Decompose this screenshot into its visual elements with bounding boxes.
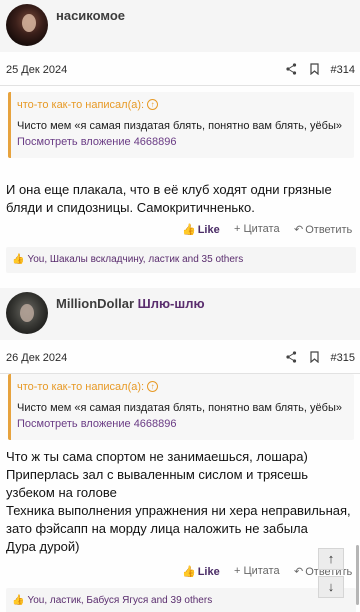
author-name[interactable]: насикомое xyxy=(56,8,125,23)
scrollbar[interactable] xyxy=(356,545,359,605)
avatar[interactable] xyxy=(6,4,48,46)
likes-summary[interactable]: 👍 You, ластик, Бабуся Ягуся and 39 others xyxy=(6,588,356,612)
post-line: И она еще плакала, что в её клуб ходят о… xyxy=(6,182,332,197)
post-line: зато фэйсапп на морду лица наложить не з… xyxy=(6,521,308,536)
post-number[interactable]: #315 xyxy=(331,352,355,364)
post-body: Что ж ты сама спортом не занимаешься, ло… xyxy=(6,448,356,556)
thumbs-up-icon: 👍 xyxy=(12,254,25,265)
post-meta: 26 Дек 2024 #315 xyxy=(0,344,360,374)
scroll-up-button[interactable]: ↑ xyxy=(318,548,344,570)
post-line: Техника выполнения упражнения ни хера не… xyxy=(6,503,351,518)
post-date[interactable]: 25 Дек 2024 xyxy=(6,64,67,76)
arrow-up-icon: ↑ xyxy=(327,551,335,566)
quote-button[interactable]: + Цитата xyxy=(234,565,280,577)
avatar[interactable] xyxy=(6,292,48,334)
like-button[interactable]: 👍 Like xyxy=(182,223,220,236)
thumbs-up-icon: 👍 xyxy=(182,566,196,578)
post-line: Дура дурой) xyxy=(6,539,80,554)
arrow-up-icon[interactable]: ↑ xyxy=(147,99,159,110)
quote-button[interactable]: + Цитата xyxy=(234,223,280,235)
quote-header[interactable]: что-то как-то написал(а): ↑ xyxy=(17,381,159,393)
post-line: бляди и спидозницы. Самокритичненько. xyxy=(6,200,255,215)
author-bar: насикомое xyxy=(0,0,360,52)
post-line: Что ж ты сама спортом не занимаешься, ло… xyxy=(6,449,308,464)
arrow-up-icon[interactable]: ↑ xyxy=(147,381,159,392)
quote-block: что-то как-то написал(а): ↑ Чисто мем «я … xyxy=(8,374,354,440)
reply-icon: ↶ xyxy=(294,566,304,578)
post-actions: 👍 Like + Цитата ↶ Ответить xyxy=(0,221,360,241)
post-line: Приперлась зал с вываленным сислом и тря… xyxy=(6,467,309,482)
bookmark-icon[interactable] xyxy=(310,63,319,78)
post-actions: 👍 Like + Цитата ↶ Ответить xyxy=(0,563,360,583)
arrow-down-icon: ↓ xyxy=(327,579,335,594)
thumbs-up-icon: 👍 xyxy=(182,224,196,236)
quote-text: Чисто мем «я самая пиздатая блять, понят… xyxy=(17,402,342,414)
post-line: узбеком на голове xyxy=(6,485,117,500)
thumbs-up-icon: 👍 xyxy=(12,595,25,606)
quote-header[interactable]: что-то как-то написал(а): ↑ xyxy=(17,99,159,111)
bookmark-icon[interactable] xyxy=(310,351,319,366)
share-icon[interactable] xyxy=(286,63,297,78)
author-name[interactable]: MillionDollar Шлю-шлю xyxy=(56,296,205,311)
post-date[interactable]: 26 Дек 2024 xyxy=(6,352,67,364)
post-meta: 25 Дек 2024 #314 xyxy=(0,56,360,86)
reply-icon: ↶ xyxy=(294,224,304,236)
scroll-down-button[interactable]: ↓ xyxy=(318,576,344,598)
reply-button[interactable]: ↶ Ответить xyxy=(294,223,352,236)
quote-block: что-то как-то написал(а): ↑ Чисто мем «я … xyxy=(8,92,354,158)
post-number[interactable]: #314 xyxy=(331,64,355,76)
like-button[interactable]: 👍 Like xyxy=(182,565,220,578)
share-icon[interactable] xyxy=(286,351,297,366)
quote-text: Чисто мем «я самая пиздатая блять, понят… xyxy=(17,120,342,132)
author-bar: MillionDollar Шлю-шлю xyxy=(0,288,360,340)
attachment-link[interactable]: Посмотреть вложение 4668896 xyxy=(17,136,177,148)
attachment-link[interactable]: Посмотреть вложение 4668896 xyxy=(17,418,177,430)
post-body: И она еще плакала, что в её клуб ходят о… xyxy=(6,181,356,217)
author-title: Шлю-шлю xyxy=(137,296,205,311)
likes-summary[interactable]: 👍 You, Шакалы вскладчину, ластик and 35 o… xyxy=(6,247,356,273)
